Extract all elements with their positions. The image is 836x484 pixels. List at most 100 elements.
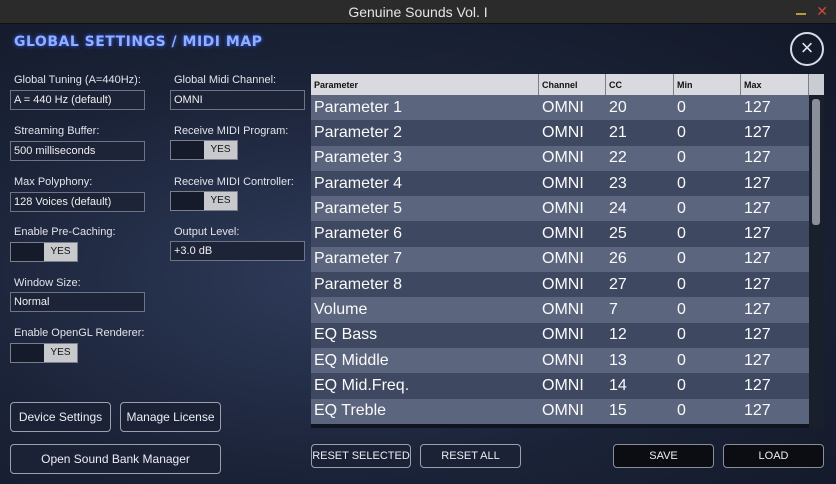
minimize-icon[interactable]	[796, 13, 807, 15]
column-header-min[interactable]: Min	[674, 74, 741, 95]
open-sound-bank-manager-button[interactable]: Open Sound Bank Manager	[10, 444, 221, 474]
cell-cc: 21	[609, 123, 627, 141]
cell-parameter: Parameter 1	[314, 98, 403, 116]
toggle-off-segment	[171, 192, 204, 210]
toggle-on-label: YES	[204, 192, 237, 210]
max-polyphony-field[interactable]: 128 Voices (default)	[10, 192, 145, 212]
cell-channel: OMNI	[542, 98, 584, 116]
receive-program-toggle[interactable]: YES	[170, 140, 238, 160]
toggle-on-label: YES	[204, 141, 237, 159]
load-button[interactable]: LOAD	[723, 444, 824, 468]
window-close-icon[interactable]: ✕	[816, 4, 828, 18]
cell-cc: 24	[609, 199, 627, 217]
table-row[interactable]: Parameter 6 OMNI 25 0 127	[311, 221, 809, 247]
table-row[interactable]: EQ Bass OMNI 12 0 127	[311, 322, 809, 348]
cell-min: 0	[677, 225, 686, 243]
cell-channel: OMNI	[542, 326, 584, 344]
cell-max: 127	[744, 149, 771, 167]
cell-cc: 13	[609, 351, 627, 369]
cell-cc: 15	[609, 402, 627, 420]
cell-parameter: Parameter 4	[314, 174, 403, 192]
cell-max: 127	[744, 123, 771, 141]
save-button[interactable]: SAVE	[613, 444, 714, 468]
column-header-channel[interactable]: Channel	[539, 74, 606, 95]
cell-channel: OMNI	[542, 149, 584, 167]
opengl-toggle[interactable]: YES	[10, 343, 78, 363]
streaming-buffer-field[interactable]: 500 milliseconds	[10, 141, 145, 161]
midi-channel-label: Global Midi Channel:	[174, 74, 277, 86]
window-size-field[interactable]: Normal	[10, 292, 145, 312]
cell-parameter: Parameter 5	[314, 199, 403, 217]
cell-channel: OMNI	[542, 174, 584, 192]
device-settings-button[interactable]: Device Settings	[10, 402, 111, 432]
cell-parameter: Parameter 7	[314, 250, 403, 268]
table-body: Parameter 1 OMNI 20 0 127 Parameter 2 OMNI 21 0 1…	[311, 95, 809, 424]
receive-controller-toggle[interactable]: YES	[170, 191, 238, 211]
global-tuning-field[interactable]: A = 440 Hz (default)	[10, 90, 145, 110]
cell-parameter: EQ Bass	[314, 326, 378, 344]
cell-channel: OMNI	[542, 123, 584, 141]
cell-parameter: Parameter 3	[314, 149, 403, 167]
cell-parameter: EQ Treble	[314, 402, 387, 420]
table-row[interactable]: Parameter 4 OMNI 23 0 127	[311, 170, 809, 197]
cell-channel: OMNI	[542, 402, 584, 420]
opengl-label: Enable OpenGL Renderer:	[14, 327, 145, 339]
table-row[interactable]: EQ Mid.Freq. OMNI 14 0 127	[311, 373, 809, 399]
table-row[interactable]: Parameter 8 OMNI 27 0 127	[311, 272, 809, 298]
receive-controller-label: Receive MIDI Controller:	[174, 176, 294, 188]
table-row[interactable]: Parameter 7 OMNI 26 0 127	[311, 246, 809, 273]
window-title: Genuine Sounds Vol. I	[348, 3, 488, 20]
reset-selected-button[interactable]: RESET SELECTED	[311, 444, 411, 468]
cell-channel: OMNI	[542, 301, 584, 319]
cell-max: 127	[744, 326, 771, 344]
table-row[interactable]: EQ Treble OMNI 15 0 127	[311, 398, 809, 424]
cell-min: 0	[677, 149, 686, 167]
cell-cc: 7	[609, 301, 618, 319]
table-row[interactable]: Parameter 2 OMNI 21 0 127	[311, 120, 809, 146]
cell-channel: OMNI	[542, 225, 584, 243]
reset-all-button[interactable]: RESET ALL	[420, 444, 521, 468]
cell-channel: OMNI	[542, 351, 584, 369]
table-row[interactable]: Volume OMNI 7 0 127	[311, 297, 809, 323]
table-row[interactable]: Parameter 1 OMNI 20 0 127	[311, 95, 809, 121]
cell-parameter: Parameter 8	[314, 275, 403, 293]
table-row[interactable]: Parameter 5 OMNI 24 0 127	[311, 196, 809, 222]
midi-channel-field[interactable]: OMNI	[170, 90, 305, 110]
cell-min: 0	[677, 351, 686, 369]
pre-caching-toggle[interactable]: YES	[10, 242, 78, 262]
column-header-max[interactable]: Max	[741, 74, 809, 95]
cell-min: 0	[677, 326, 686, 344]
cell-max: 127	[744, 301, 771, 319]
cell-max: 127	[744, 250, 771, 268]
toggle-off-segment	[11, 243, 44, 261]
cell-max: 127	[744, 351, 771, 369]
cell-cc: 27	[609, 275, 627, 293]
cell-max: 127	[744, 174, 771, 192]
table-row[interactable]: EQ Middle OMNI 13 0 127	[311, 347, 809, 374]
cell-parameter: EQ Mid.Freq.	[314, 376, 410, 394]
cell-parameter: EQ Middle	[314, 351, 389, 369]
cell-cc: 14	[609, 376, 627, 394]
cell-max: 127	[744, 402, 771, 420]
table-row[interactable]: Parameter 3 OMNI 22 0 127	[311, 145, 809, 171]
column-header-parameter[interactable]: Parameter	[311, 74, 539, 95]
cell-parameter: Volume	[314, 301, 368, 319]
close-icon[interactable]: ×	[790, 32, 824, 66]
manage-license-button[interactable]: Manage License	[120, 402, 221, 432]
scrollbar[interactable]	[809, 95, 824, 428]
column-header-cc[interactable]: CC	[606, 74, 674, 95]
cell-channel: OMNI	[542, 275, 584, 293]
window-titlebar: Genuine Sounds Vol. I ✕	[0, 0, 836, 24]
cell-channel: OMNI	[542, 199, 584, 217]
cell-max: 127	[744, 275, 771, 293]
receive-program-label: Receive MIDI Program:	[174, 125, 289, 137]
global-tuning-label: Global Tuning (A=440Hz):	[14, 74, 141, 86]
cell-channel: OMNI	[542, 376, 584, 394]
midi-map-table: Parameter Channel CC Min Max Parameter 1…	[311, 74, 824, 428]
scrollbar-corner	[809, 74, 824, 95]
scrollbar-thumb[interactable]	[812, 99, 820, 225]
output-level-field[interactable]: +3.0 dB	[170, 241, 305, 261]
toggle-off-segment	[11, 344, 44, 362]
cell-min: 0	[677, 402, 686, 420]
toggle-on-label: YES	[44, 243, 77, 261]
